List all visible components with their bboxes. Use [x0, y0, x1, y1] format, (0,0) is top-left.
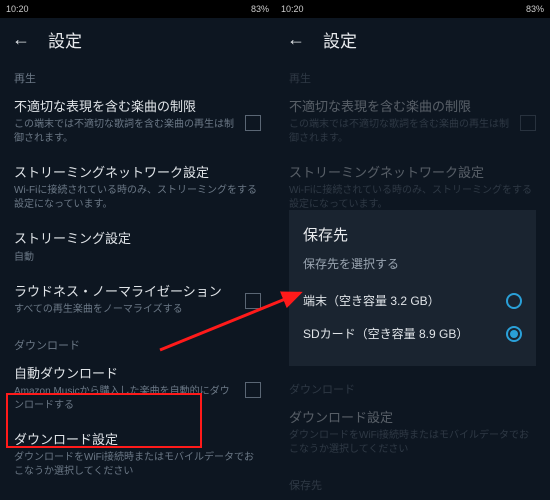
item-loudness[interactable]: ラウドネス・ノーマライゼーション すべての再生楽曲をノーマライズする: [0, 275, 275, 327]
item-label: ラウドネス・ノーマライゼーション: [14, 283, 235, 301]
item-sub: Wi-Fiに接続されている時のみ、ストリーミングをする設定になっています。: [14, 184, 261, 212]
item-stream[interactable]: ストリーミング設定 自動: [0, 222, 275, 274]
section-playback: 再生: [0, 60, 275, 90]
status-time: 10:20: [6, 4, 29, 14]
item-label: ストリーミング設定: [14, 230, 261, 248]
option-sdcard[interactable]: SDカード（空き容量 8.9 GB）: [303, 317, 522, 350]
option-label: 端末（空き容量 3.2 GB）: [303, 292, 440, 309]
dialog-title: 保存先: [303, 224, 522, 245]
section-download: ダウンロード: [0, 327, 275, 357]
screen-dialog: 10:20 83% ← 設定 再生 不適切な表現を含む楽曲の制限 この端末では不…: [275, 0, 550, 500]
item-autodl[interactable]: 自動ダウンロード Amazon Musicから購入した楽曲を自動的にダウンロード…: [0, 357, 275, 423]
item-sub: 自動: [14, 251, 261, 265]
item-dlset[interactable]: ダウンロード設定 ダウンロードをWiFi接続時またはモバイルデータでおこなうか選…: [0, 423, 275, 489]
item-label: ストリーミングネットワーク設定: [14, 164, 261, 182]
page-title: 設定: [323, 27, 357, 52]
item-sub: すべての再生楽曲をノーマライズする: [14, 303, 235, 317]
item-sub: この端末では不適切な歌詞を含む楽曲の再生は制御されます。: [14, 118, 235, 146]
radio-icon[interactable]: [506, 293, 522, 309]
option-device[interactable]: 端末（空き容量 3.2 GB）: [303, 284, 522, 317]
section-storage: 保存先: [0, 489, 275, 500]
status-battery: 83%: [251, 4, 269, 14]
screen-settings: 10:20 83% ← 設定 再生 不適切な表現を含む楽曲の制限 この端末では不…: [0, 0, 275, 500]
checkbox-icon[interactable]: [245, 382, 261, 398]
storage-dialog: 保存先 保存先を選択する 端末（空き容量 3.2 GB） SDカード（空き容量 …: [289, 210, 536, 366]
back-icon[interactable]: ←: [12, 29, 30, 50]
status-bar: 10:20 83%: [275, 0, 550, 18]
item-sub: ダウンロードをWiFi接続時またはモバイルデータでおこなうか選択してください: [14, 451, 261, 479]
page-title: 設定: [48, 27, 82, 52]
option-label: SDカード（空き容量 8.9 GB）: [303, 325, 468, 342]
checkbox-icon[interactable]: [245, 293, 261, 309]
header: ← 設定: [275, 18, 550, 60]
header: ← 設定: [0, 18, 275, 60]
dialog-subtitle: 保存先を選択する: [303, 255, 522, 272]
item-label: 不適切な表現を含む楽曲の制限: [14, 98, 235, 116]
item-sub: Amazon Musicから購入した楽曲を自動的にダウンロードする: [14, 385, 235, 413]
status-bar: 10:20 83%: [0, 0, 275, 18]
status-battery: 83%: [526, 4, 544, 14]
item-label: 自動ダウンロード: [14, 365, 235, 383]
status-time: 10:20: [281, 4, 304, 14]
item-inappropriate[interactable]: 不適切な表現を含む楽曲の制限 この端末では不適切な歌詞を含む楽曲の再生は制御され…: [0, 90, 275, 156]
item-label: ダウンロード設定: [14, 431, 261, 449]
radio-icon[interactable]: [506, 326, 522, 342]
item-streamnet[interactable]: ストリーミングネットワーク設定 Wi-Fiに接続されている時のみ、ストリーミング…: [0, 156, 275, 222]
back-icon[interactable]: ←: [287, 29, 305, 50]
checkbox-icon[interactable]: [245, 115, 261, 131]
